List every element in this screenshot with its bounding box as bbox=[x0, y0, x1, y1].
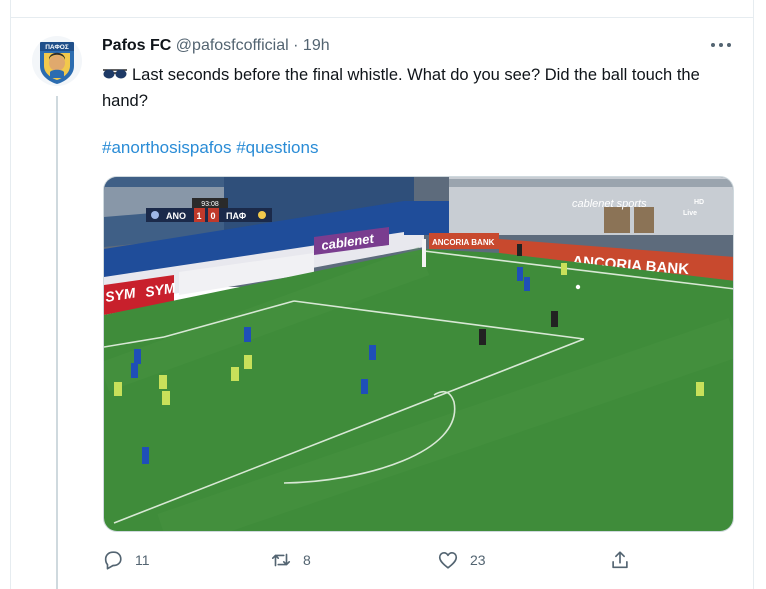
away-team: ΠΑΦ bbox=[226, 211, 247, 221]
like-button[interactable]: 23 bbox=[437, 545, 486, 575]
author-handle[interactable]: @pafosfcofficial bbox=[176, 37, 289, 54]
avatar-crest-text: ΠΑΦΟΣ bbox=[45, 44, 69, 51]
share-button[interactable] bbox=[609, 545, 631, 575]
away-score: 0 bbox=[211, 211, 216, 221]
hashtags: #anorthosispafos #questions bbox=[102, 137, 318, 159]
ad-ancoria-small: ANCORIA BANK bbox=[432, 238, 495, 247]
pafos-crest-icon: ΠΑΦΟΣ bbox=[40, 42, 74, 84]
football-match-frame: cablenet SYM SYM ANCORIA BANK ANCORIA BA… bbox=[104, 177, 733, 531]
hashtag-questions[interactable]: #questions bbox=[236, 138, 318, 157]
home-team: ΑΝΟ bbox=[166, 211, 186, 221]
author-name[interactable]: Pafos FC bbox=[102, 37, 171, 54]
reply-icon bbox=[104, 551, 122, 570]
reply-count: 11 bbox=[135, 552, 150, 568]
tweet-text-block: Last seconds before the final whistle. W… bbox=[102, 62, 722, 114]
broadcaster-hd: HD bbox=[694, 199, 704, 206]
retweet-count: 8 bbox=[303, 552, 311, 568]
tweet-video[interactable]: cablenet SYM SYM ANCORIA BANK ANCORIA BA… bbox=[103, 176, 734, 532]
previous-tweet-border bbox=[10, 0, 754, 18]
match-clock: 93:08 bbox=[201, 201, 219, 208]
tweet-text: Last seconds before the final whistle. W… bbox=[102, 66, 700, 110]
tweet-actions: 11 8 23 bbox=[102, 545, 742, 575]
tweet-header: Pafos FC @pafosfcofficial · 19h bbox=[102, 35, 330, 57]
retweet-icon bbox=[271, 553, 291, 567]
retweet-button[interactable]: 8 bbox=[270, 545, 311, 575]
avatar[interactable]: ΠΑΦΟΣ bbox=[32, 36, 82, 86]
broadcaster-name: cablenet sports bbox=[572, 198, 647, 210]
more-options-icon[interactable] bbox=[711, 38, 733, 52]
reply-button[interactable]: 11 bbox=[102, 545, 150, 575]
heart-icon bbox=[438, 552, 458, 569]
separator-dot: · bbox=[293, 37, 299, 54]
thread-line bbox=[56, 96, 58, 589]
like-count: 23 bbox=[470, 552, 486, 568]
share-icon bbox=[612, 551, 628, 569]
broadcaster-live: Live bbox=[683, 210, 697, 217]
hashtag-anorthosispafos[interactable]: #anorthosispafos bbox=[102, 138, 231, 157]
sunglasses-icon bbox=[103, 69, 127, 79]
tweet-time[interactable]: 19h bbox=[303, 37, 330, 54]
home-score: 1 bbox=[197, 211, 202, 221]
